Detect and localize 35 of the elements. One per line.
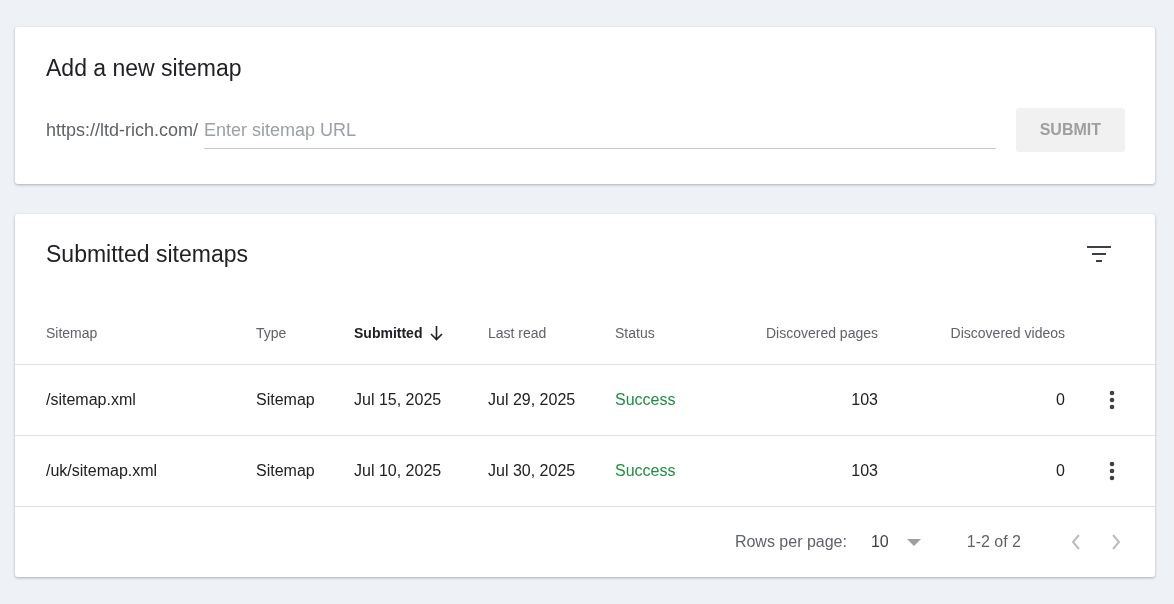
- table-cell: 103: [851, 391, 878, 409]
- table-cell: Jul 15, 2025: [354, 391, 442, 409]
- table-cell: /uk/sitemap.xml: [46, 462, 158, 480]
- table-cell: 103: [851, 462, 878, 480]
- status-text: Success: [615, 391, 676, 409]
- page-range: 1-2 of 2: [966, 533, 1021, 551]
- table-cell: 0: [1056, 462, 1065, 480]
- card-title: Add a new sitemap: [45, 54, 243, 83]
- column-header[interactable]: Discovered videos: [950, 325, 1065, 341]
- dropdown-icon: [906, 538, 921, 546]
- chevron-left-icon: [1071, 534, 1081, 550]
- column-header[interactable]: Status: [615, 325, 655, 341]
- table-cell: Jul 29, 2025: [488, 391, 576, 409]
- card-title: Submitted sitemaps: [46, 240, 248, 268]
- arrow-down-icon: [430, 325, 444, 341]
- column-header[interactable]: Sitemap: [46, 325, 98, 341]
- rows-per-page-label: Rows per page:: [734, 533, 847, 551]
- url-prefix: https://ltd-rich.com/: [46, 119, 199, 141]
- table-cell: Jul 10, 2025: [354, 462, 442, 480]
- more-vert-icon: [1109, 390, 1115, 410]
- table-cell: 0: [1056, 391, 1065, 409]
- more-vert-icon: [1109, 461, 1115, 481]
- column-header[interactable]: Discovered pages: [765, 325, 878, 341]
- status-text: Success: [615, 462, 676, 480]
- table-cell: Sitemap: [256, 462, 315, 480]
- filter-icon: [1087, 245, 1111, 263]
- table-cell: Jul 30, 2025: [488, 462, 576, 480]
- column-header[interactable]: Submitted: [354, 325, 444, 341]
- table-cell: Sitemap: [256, 391, 315, 409]
- column-header[interactable]: Last read: [488, 325, 547, 341]
- chevron-right-icon: [1111, 534, 1121, 550]
- rows-per-page-select[interactable]: 10: [870, 533, 921, 551]
- column-header[interactable]: Type: [256, 325, 287, 341]
- filter-button[interactable]: [1087, 245, 1111, 263]
- table-cell: /sitemap.xml: [46, 391, 136, 409]
